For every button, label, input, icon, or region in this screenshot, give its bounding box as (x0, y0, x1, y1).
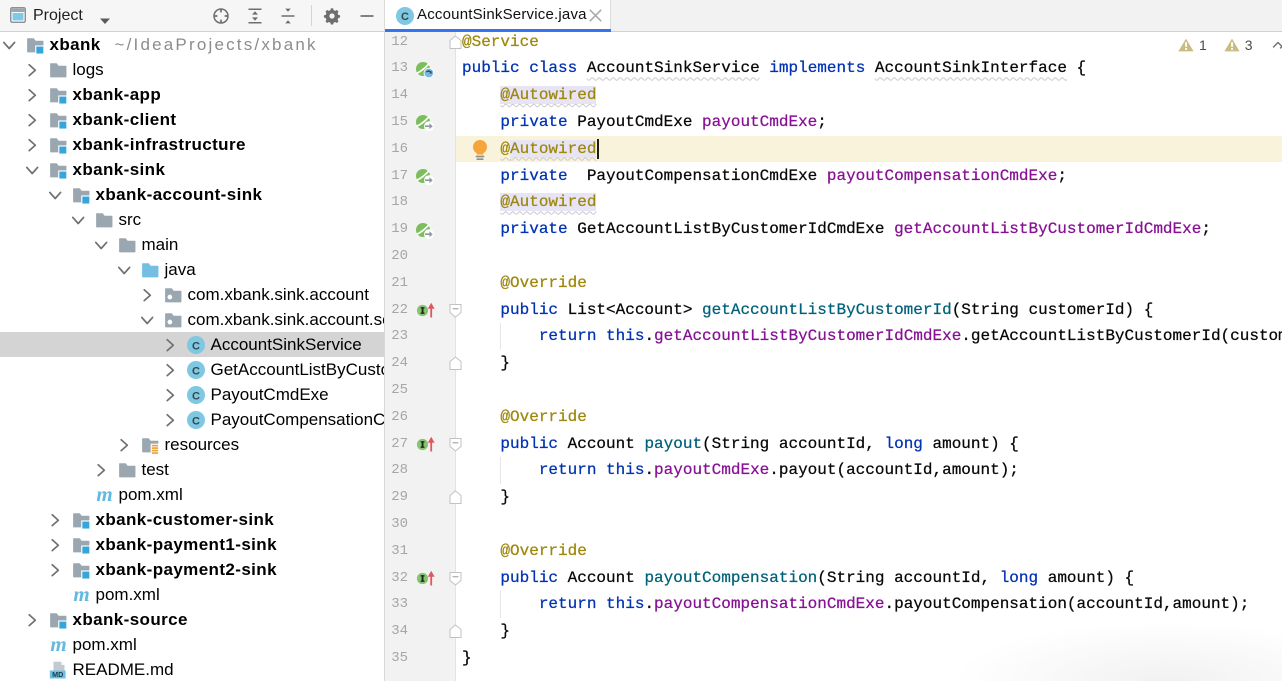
svg-text:C: C (192, 365, 200, 377)
svg-text:C: C (192, 415, 200, 427)
svg-text:m: m (96, 486, 112, 505)
svg-text:C: C (401, 11, 409, 23)
svg-text:C: C (192, 340, 200, 352)
svg-text:C: C (192, 390, 200, 402)
svg-text:MD: MD (52, 669, 63, 678)
svg-text:m: m (50, 636, 66, 655)
svg-text:m: m (73, 586, 89, 605)
